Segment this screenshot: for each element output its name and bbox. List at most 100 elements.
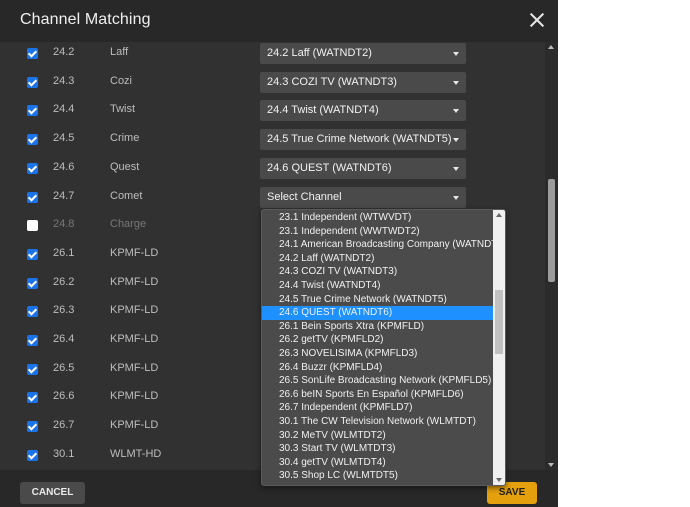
channel-row: 24.4 Twist 24.4 Twist (WATNDT4) bbox=[0, 97, 545, 126]
dropdown-option[interactable]: 23.1 Independent (WTWVDT) bbox=[262, 211, 493, 225]
dropdown-option-label: 24.6 QUEST (WATNDT6) bbox=[279, 307, 393, 319]
channel-checkbox[interactable] bbox=[27, 134, 38, 146]
channel-number: 26.1 bbox=[53, 246, 75, 259]
channel-number: 24.3 bbox=[53, 74, 75, 87]
dropdown-option[interactable]: 30.1 The CW Television Network (WLMTDT) bbox=[262, 415, 493, 429]
channel-name: Comet bbox=[110, 189, 143, 202]
channel-name: KPMF-LD bbox=[110, 275, 159, 288]
channel-select[interactable]: 24.2 Laff (WATNDT2) bbox=[260, 43, 466, 64]
channel-select-value: 24.3 COZI TV (WATNDT3) bbox=[267, 75, 397, 88]
dropdown-scroll-up-icon[interactable] bbox=[496, 213, 502, 217]
channel-number: 24.4 bbox=[53, 103, 75, 116]
dropdown-option-label: 26.3 NOVELISIMA (KPMFLD3) bbox=[279, 348, 418, 359]
channel-number: 26.4 bbox=[53, 333, 75, 345]
dropdown-scroll-down-icon[interactable] bbox=[496, 478, 502, 482]
dropdown-option-label: 30.1 The CW Television Network (WLMTDT) bbox=[279, 416, 476, 427]
dropdown-option[interactable]: 24.4 Twist (WATNDT4) bbox=[262, 279, 493, 293]
dropdown-option-label: 24.5 True Crime Network (WATNDT5) bbox=[279, 293, 447, 305]
channel-checkbox[interactable] bbox=[27, 191, 38, 203]
dropdown-option-label: 24.3 COZI TV (WATNDT3) bbox=[279, 266, 398, 278]
channel-checkbox[interactable] bbox=[27, 335, 38, 346]
channel-list-scrollbar[interactable] bbox=[545, 42, 558, 470]
dropdown-scrollbar[interactable] bbox=[493, 210, 505, 485]
channel-select[interactable]: 24.3 COZI TV (WATNDT3) bbox=[260, 71, 466, 93]
scroll-up-icon[interactable] bbox=[548, 45, 554, 49]
dropdown-option[interactable]: 24.1 American Broadcasting Company (WATN… bbox=[262, 238, 493, 252]
channel-select[interactable]: 24.6 QUEST (WATNDT6) bbox=[260, 157, 466, 179]
channel-name: Quest bbox=[110, 160, 140, 173]
scroll-down-icon[interactable] bbox=[548, 463, 554, 467]
dropdown-scroll-thumb[interactable] bbox=[495, 290, 503, 354]
channel-number: 30.1 bbox=[53, 447, 75, 460]
dropdown-option[interactable]: 30.5 Shop LC (WLMTDT5) bbox=[262, 469, 493, 483]
dropdown-option[interactable]: 24.2 Laff (WATNDT2) bbox=[262, 252, 493, 266]
channel-checkbox[interactable] bbox=[27, 76, 38, 88]
channel-checkbox[interactable] bbox=[27, 105, 38, 117]
dropdown-option[interactable]: 26.4 Buzzr (KPMFLD4) bbox=[262, 361, 493, 375]
dropdown-option-label: 26.1 Bein Sports Xtra (KPMFLD) bbox=[279, 320, 425, 332]
channel-name: KPMF-LD bbox=[110, 419, 159, 432]
dropdown-option-label: 30.2 MeTV (WLMTDT2) bbox=[279, 429, 386, 441]
channel-number: 26.5 bbox=[53, 361, 75, 374]
channel-checkbox[interactable] bbox=[27, 277, 38, 289]
channel-checkbox[interactable] bbox=[27, 220, 38, 232]
dropdown-option[interactable]: 26.6 beIN Sports En Español (KPMFLD6) bbox=[262, 388, 493, 402]
close-icon[interactable] bbox=[527, 10, 547, 30]
chevron-down-icon bbox=[453, 52, 459, 56]
channel-number: 24.7 bbox=[53, 189, 75, 202]
channel-number: 26.7 bbox=[53, 419, 75, 432]
dropdown-option[interactable]: 30.2 MeTV (WLMTDT2) bbox=[262, 429, 493, 443]
dropdown-option-label: 24.2 Laff (WATNDT2) bbox=[279, 252, 375, 264]
dialog-header: Channel Matching bbox=[0, 0, 558, 42]
chevron-down-icon bbox=[453, 166, 459, 171]
dropdown-option-label: 23.1 Independent (WTWVDT) bbox=[279, 212, 412, 223]
dropdown-option-label: 26.4 Buzzr (KPMFLD4) bbox=[279, 361, 383, 373]
dropdown-option[interactable]: 30.4 getTV (WLMTDT4) bbox=[262, 456, 493, 470]
channel-row: 24.2 Laff 24.2 Laff (WATNDT2) bbox=[0, 42, 545, 69]
dropdown-option[interactable]: 26.5 SonLife Broadcasting Network (KPMFL… bbox=[262, 374, 493, 388]
dropdown-option-label: 26.2 getTV (KPMFLD2) bbox=[279, 334, 384, 346]
channel-select-value: 24.5 True Crime Network (WATNDT5) bbox=[267, 133, 452, 146]
channel-select[interactable]: Select Channel bbox=[260, 186, 466, 208]
channel-name: KPMF-LD bbox=[110, 246, 159, 259]
channel-checkbox[interactable] bbox=[27, 363, 38, 375]
channel-select[interactable]: 24.5 True Crime Network (WATNDT5) bbox=[260, 129, 466, 151]
cancel-button[interactable]: CANCEL bbox=[20, 482, 85, 504]
dropdown-option[interactable]: 24.3 COZI TV (WATNDT3) bbox=[262, 265, 493, 279]
channel-number: 24.2 bbox=[53, 46, 75, 58]
dropdown-option[interactable]: 23.1 Independent (WWTWDT2) bbox=[262, 225, 493, 239]
channel-name: WLMT-HD bbox=[110, 447, 162, 460]
dropdown-option[interactable]: 26.1 Bein Sports Xtra (KPMFLD) bbox=[262, 320, 493, 334]
channel-name: Laff bbox=[110, 46, 129, 58]
dropdown-option-label: 24.1 American Broadcasting Company (WATN… bbox=[279, 239, 493, 251]
channel-checkbox[interactable] bbox=[27, 421, 38, 433]
channel-checkbox[interactable] bbox=[27, 306, 38, 318]
channel-checkbox[interactable] bbox=[27, 449, 38, 461]
dropdown-option[interactable]: 24.5 True Crime Network (WATNDT5) bbox=[262, 293, 493, 307]
dropdown-option[interactable]: 30.3 Start TV (WLMTDT3) bbox=[262, 442, 493, 456]
channel-select-value: 24.4 Twist (WATNDT4) bbox=[267, 104, 379, 117]
channel-name: KPMF-LD bbox=[110, 390, 159, 403]
dropdown-option-label: 24.4 Twist (WATNDT4) bbox=[279, 280, 381, 291]
scroll-thumb[interactable] bbox=[548, 179, 555, 282]
channel-name: KPMF-LD bbox=[110, 361, 159, 374]
chevron-down-icon bbox=[453, 138, 459, 143]
channel-checkbox[interactable] bbox=[27, 162, 38, 174]
channel-select-dropdown[interactable]: 30.5 Shop LC (WLMTDT5) 30.4 getTV (WLMTDT… bbox=[261, 209, 506, 486]
channel-number: 24.5 bbox=[53, 132, 75, 145]
channel-name: Twist bbox=[110, 103, 136, 116]
channel-checkbox[interactable] bbox=[27, 392, 38, 404]
channel-checkbox[interactable] bbox=[27, 48, 38, 59]
channel-number: 26.2 bbox=[53, 275, 75, 288]
channel-number: 24.6 bbox=[53, 160, 75, 173]
channel-name: Cozi bbox=[110, 74, 133, 87]
channel-checkbox[interactable] bbox=[27, 248, 38, 260]
dropdown-option[interactable]: 26.3 NOVELISIMA (KPMFLD3) bbox=[262, 347, 493, 361]
channel-name: Charge bbox=[110, 218, 147, 231]
chevron-down-icon bbox=[453, 109, 459, 114]
dropdown-option[interactable]: 24.6 QUEST (WATNDT6) bbox=[262, 306, 493, 320]
channel-select[interactable]: 24.4 Twist (WATNDT4) bbox=[260, 100, 466, 122]
dropdown-option[interactable]: 26.7 Independent (KPMFLD7) bbox=[262, 401, 493, 415]
channel-name: KPMF-LD bbox=[110, 304, 159, 317]
dropdown-option[interactable]: 26.2 getTV (KPMFLD2) bbox=[262, 333, 493, 347]
